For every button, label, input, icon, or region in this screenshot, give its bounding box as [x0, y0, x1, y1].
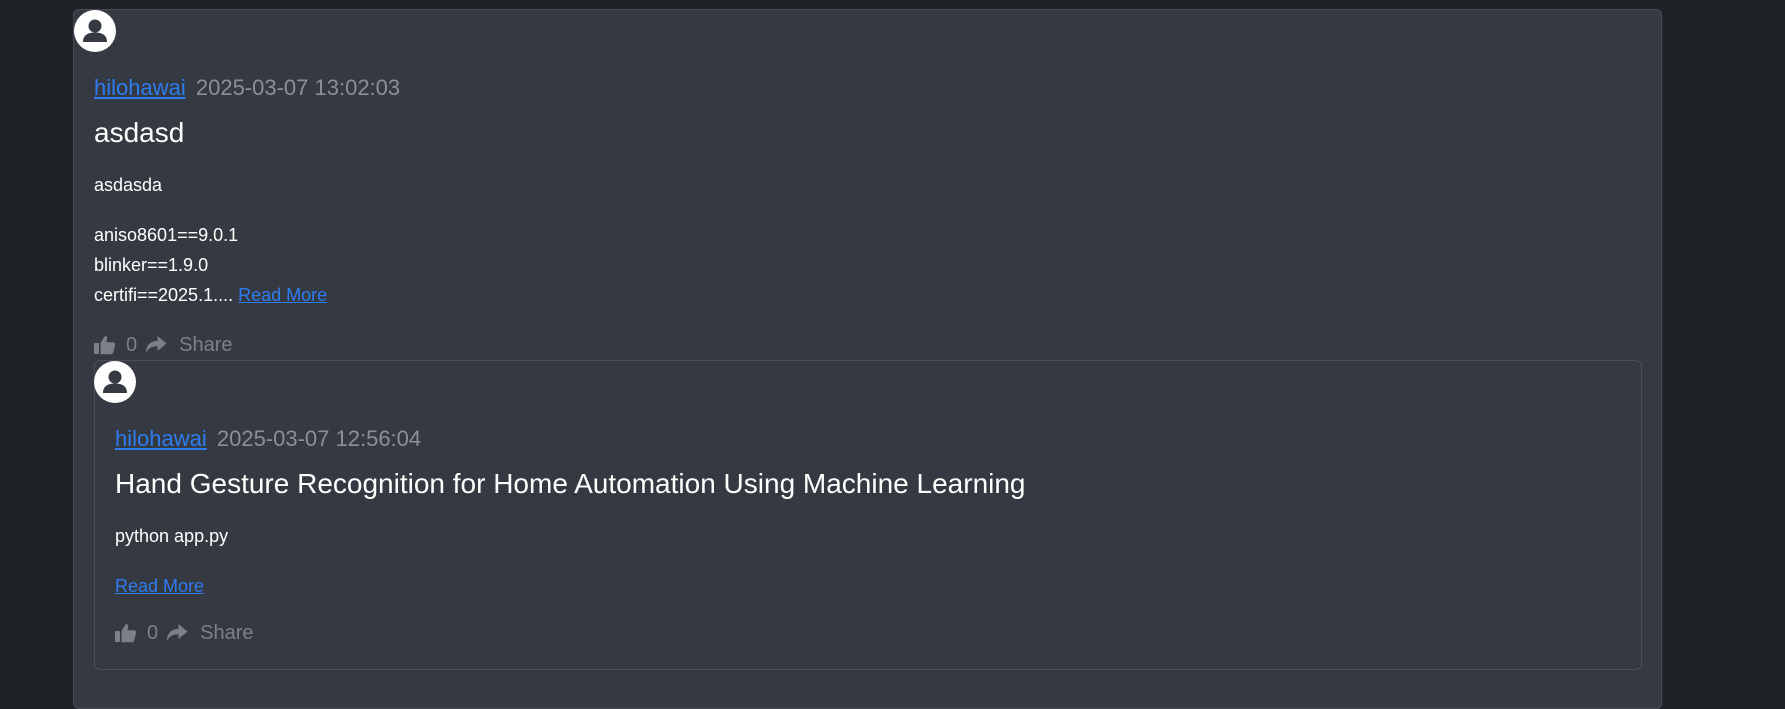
user-avatar-icon[interactable]: [74, 10, 116, 52]
like-count: 0: [147, 622, 159, 644]
post-body-line: asdasda: [94, 175, 163, 195]
user-avatar-icon[interactable]: [94, 361, 136, 403]
post-actions: 0 Share: [115, 621, 254, 645]
post-timestamp: 2025-03-07 13:02:03: [195, 75, 401, 100]
share-button[interactable]: Share: [166, 621, 254, 645]
post-body-line: blinker==1.9.0: [94, 255, 209, 275]
read-more-row: Read More: [115, 571, 204, 601]
read-more-link[interactable]: Read More: [238, 285, 327, 305]
username-link[interactable]: hilohawai: [115, 426, 207, 451]
username-link[interactable]: hilohawai: [94, 75, 186, 100]
thumbs-up-icon: [94, 336, 116, 355]
post-body-line: python app.py: [115, 526, 229, 546]
post-header: hilohawai 2025-03-07 13:02:03: [94, 75, 400, 101]
like-count: 0: [126, 334, 138, 356]
post-timestamp: 2025-03-07 12:56:04: [216, 426, 422, 451]
share-arrow-icon: [166, 624, 188, 642]
post-title: Hand Gesture Recognition for Home Automa…: [115, 468, 1026, 499]
share-label: Share: [200, 622, 254, 644]
post-title: asdasd: [94, 117, 185, 148]
post-feed-card: hilohawai 2025-03-07 13:02:03 asdasd asd…: [73, 9, 1662, 709]
post-header: hilohawai 2025-03-07 12:56:04: [115, 426, 421, 452]
share-button[interactable]: Share: [145, 333, 233, 357]
share-arrow-icon: [145, 336, 167, 354]
post-body-line: aniso8601==9.0.1: [94, 225, 239, 245]
like-button[interactable]: 0: [115, 621, 158, 645]
read-more-link[interactable]: Read More: [115, 576, 204, 596]
share-label: Share: [179, 334, 233, 356]
like-button[interactable]: 0: [94, 333, 137, 357]
nested-post-card: hilohawai 2025-03-07 12:56:04 Hand Gestu…: [94, 360, 1642, 670]
thumbs-up-icon: [115, 624, 137, 643]
post-body-last-line: certifi==2025.1.... Read More: [94, 280, 327, 310]
post-body-excerpt: certifi==2025.1....: [94, 285, 234, 305]
post-actions: 0 Share: [94, 333, 233, 357]
